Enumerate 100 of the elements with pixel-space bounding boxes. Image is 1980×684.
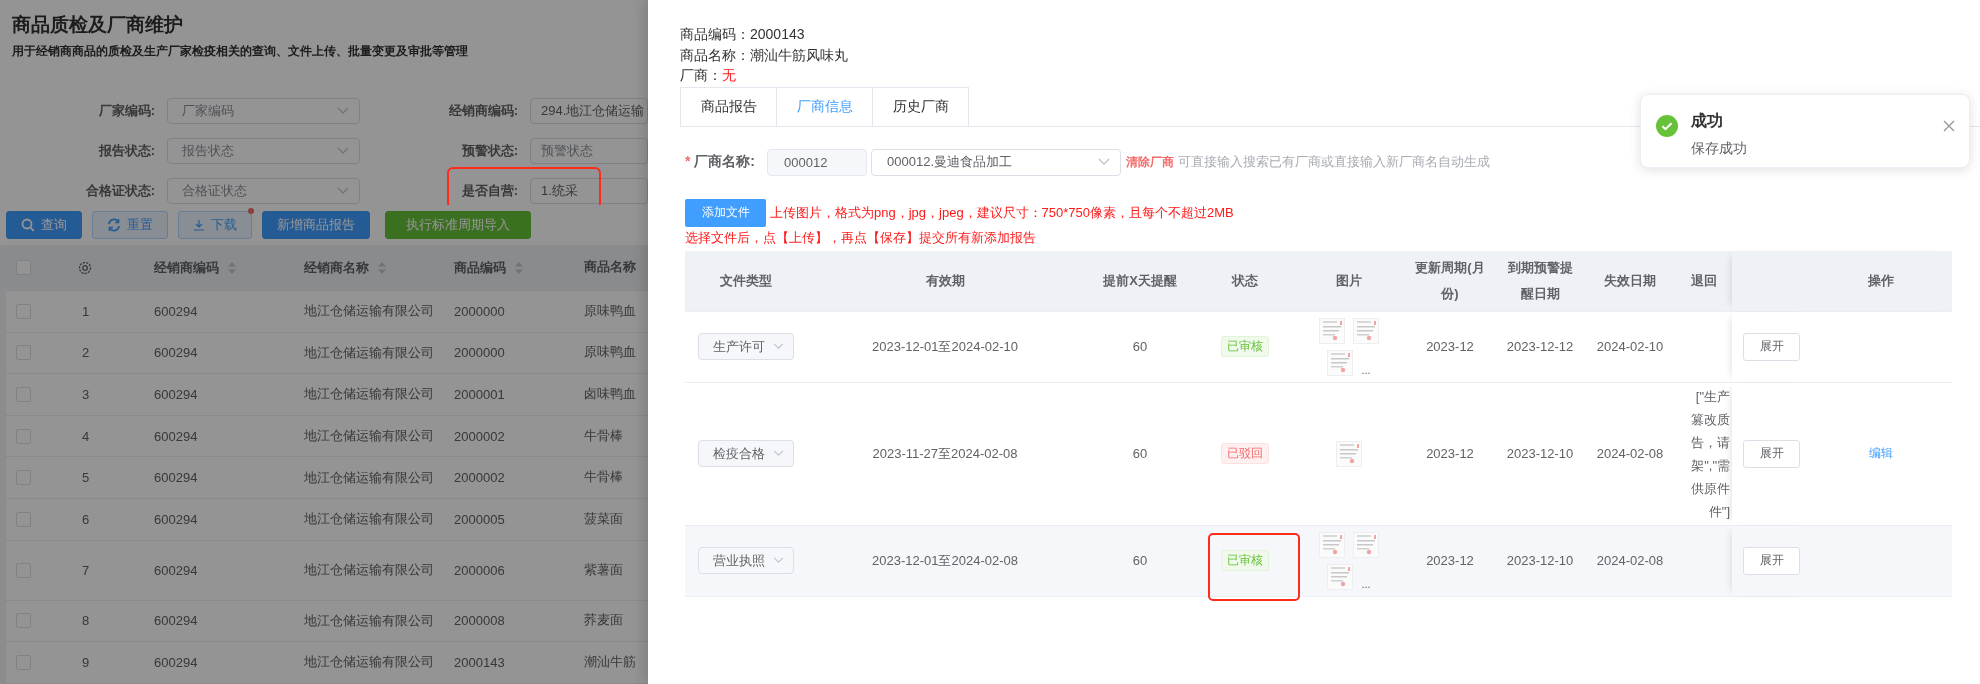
gear-icon[interactable] (77, 259, 93, 276)
table-cell-text: 地江仓储运输有限公司 (304, 653, 435, 672)
type-select[interactable]: 检疫合格 (698, 440, 794, 467)
table-cell-text: 2023-12 (1426, 445, 1474, 463)
field-label: 厂商名称: (694, 153, 755, 169)
toolbar-button[interactable]: 执行标准周期导入 (385, 211, 531, 239)
info-label: 商品名称： (680, 46, 750, 63)
table-cell-text: 地江仓储运输有限公司 (304, 468, 435, 487)
status-tag: 已审核 (1221, 550, 1269, 571)
row-number: 7 (82, 562, 91, 578)
table-cell-text: 地江仓储运输有限公司 (304, 561, 435, 580)
success-check-icon (1656, 115, 1678, 137)
sort-icon[interactable] (514, 260, 524, 275)
expand-button[interactable]: 展开 (1743, 546, 1800, 575)
info-label: 厂商： (680, 67, 722, 83)
toolbar-button[interactable]: 查询 (6, 211, 82, 239)
column-header: 商品编码 (454, 258, 506, 277)
tab[interactable]: 历史厂商 (872, 86, 969, 126)
toolbar-button[interactable]: 新增商品报告 (262, 211, 370, 239)
search-icon (21, 218, 35, 232)
row-number: 3 (82, 387, 91, 402)
table-cell-text: 60 (1132, 338, 1148, 356)
filter-label: 预警状态: (460, 142, 518, 160)
chevron-down-icon (337, 107, 349, 115)
column-header: 状态 (1232, 271, 1258, 290)
table-cell-text: 2000000 (454, 345, 506, 361)
table-cell-text: 2000006 (454, 562, 506, 578)
table-cell-text: 2000008 (454, 613, 506, 629)
vendor-select[interactable]: 000012.曼迪食品加工 (871, 148, 1121, 176)
table-cell-text: 600294 (154, 562, 199, 578)
select-field[interactable]: 合格证状态 (167, 178, 360, 204)
chevron-down-icon (773, 343, 784, 350)
filter-label: 报告状态: (97, 142, 155, 160)
column-header: 更新周期(月份) (1414, 258, 1486, 303)
code-field: 000012 (767, 148, 867, 176)
table-cell-text: 2000001 (454, 387, 506, 402)
table-cell-text: 荞麦面 (584, 612, 624, 630)
status-tag: 已审核 (1221, 336, 1269, 357)
chevron-down-icon (337, 147, 349, 155)
add-file-button[interactable]: 添加文件 (685, 198, 766, 227)
filter-label: 是否自营: (460, 182, 518, 200)
expand-button[interactable]: 展开 (1743, 439, 1800, 468)
table-cell-text: 2024-02-08 (1596, 552, 1664, 570)
chevron-down-icon (773, 557, 784, 564)
column-header: 失效日期 (1604, 271, 1656, 290)
column-header: 到期预警提醒日期 (1506, 258, 1574, 303)
sort-icon[interactable] (227, 260, 237, 275)
select-field[interactable]: 294.地江仓储运输 (530, 98, 648, 124)
table-cell-text: 600294 (154, 303, 199, 319)
close-icon[interactable] (1943, 120, 1955, 132)
column-header: 文件类型 (720, 271, 772, 290)
toast-title: 成功 (1691, 111, 1724, 131)
table-cell-text: 地江仓储运输有限公司 (304, 611, 435, 630)
upload-note: 上传图片，格式为png，jpg，jpeg，建议尺寸：750*750像素，且每个不超过2MB (770, 203, 1234, 222)
chevron-down-icon (773, 450, 784, 457)
select-field[interactable]: 预警状态 (530, 138, 648, 164)
column-header: 经销商编码 (154, 258, 219, 277)
select-field[interactable]: 1.统采 (530, 178, 648, 204)
table-cell-text: 2024-02-08 (1596, 445, 1664, 463)
column-header: 退回 (1690, 271, 1717, 290)
row-number: 9 (82, 654, 91, 670)
chevron-down-icon (1098, 158, 1110, 166)
table-cell-text: 60 (1132, 445, 1148, 463)
select-field[interactable]: 厂家编码 (167, 98, 360, 124)
column-header: 有效期 (925, 271, 965, 290)
type-select[interactable]: 营业执照 (698, 547, 794, 574)
filter-label: 经销商编码: (447, 102, 518, 120)
table-cell-text: 牛骨棒 (584, 427, 624, 445)
table-cell-text: 600294 (154, 654, 199, 670)
table-cell-text: 600294 (154, 470, 199, 486)
filter-label: 厂家编码: (97, 102, 155, 120)
expand-button[interactable]: 展开 (1743, 332, 1800, 361)
toolbar-button[interactable]: 下载 (178, 211, 252, 239)
table-cell-text: 地江仓储运输有限公司 (304, 385, 435, 404)
required-mark: * (685, 153, 691, 169)
table-cell-text: 2023-11-27至2024-02-08 (872, 445, 1018, 463)
sort-icon[interactable] (377, 260, 387, 275)
row-number: 6 (82, 511, 91, 527)
table-cell-text: 2000002 (454, 470, 506, 486)
hint-text: 可直接输入搜索已有厂商或直接输入新厂商名自动生成 (1178, 153, 1490, 171)
more-indicator: ... (1361, 363, 1371, 376)
column-header: 商品名称 (584, 259, 636, 276)
row-number: 2 (82, 345, 91, 361)
info-value: 无 (722, 67, 736, 83)
toolbar-button[interactable]: 重置 (92, 211, 168, 239)
clear-vendor-link[interactable]: 清除厂商 (1126, 153, 1174, 171)
row-number: 1 (82, 303, 91, 319)
table-cell-text: 600294 (154, 428, 199, 444)
select-field[interactable]: 报告状态 (167, 138, 360, 164)
row-number: 5 (82, 470, 91, 486)
type-select[interactable]: 生产许可 (698, 333, 794, 360)
table-cell-text: 2023-12-10 (1506, 552, 1574, 570)
table-cell-text: 2023-12 (1426, 338, 1474, 356)
table-cell-text: 菠菜面 (584, 510, 624, 528)
edit-link[interactable]: 编辑 (1869, 440, 1893, 467)
table-cell-text: 2023-12-01至2024-02-08 (872, 552, 1018, 570)
filter-label: 合格证状态: (84, 182, 155, 200)
table-cell-text: 原味鸭血 (584, 344, 637, 362)
table-cell-text: 60 (1132, 552, 1148, 570)
column-header: 图片 (1336, 271, 1362, 290)
